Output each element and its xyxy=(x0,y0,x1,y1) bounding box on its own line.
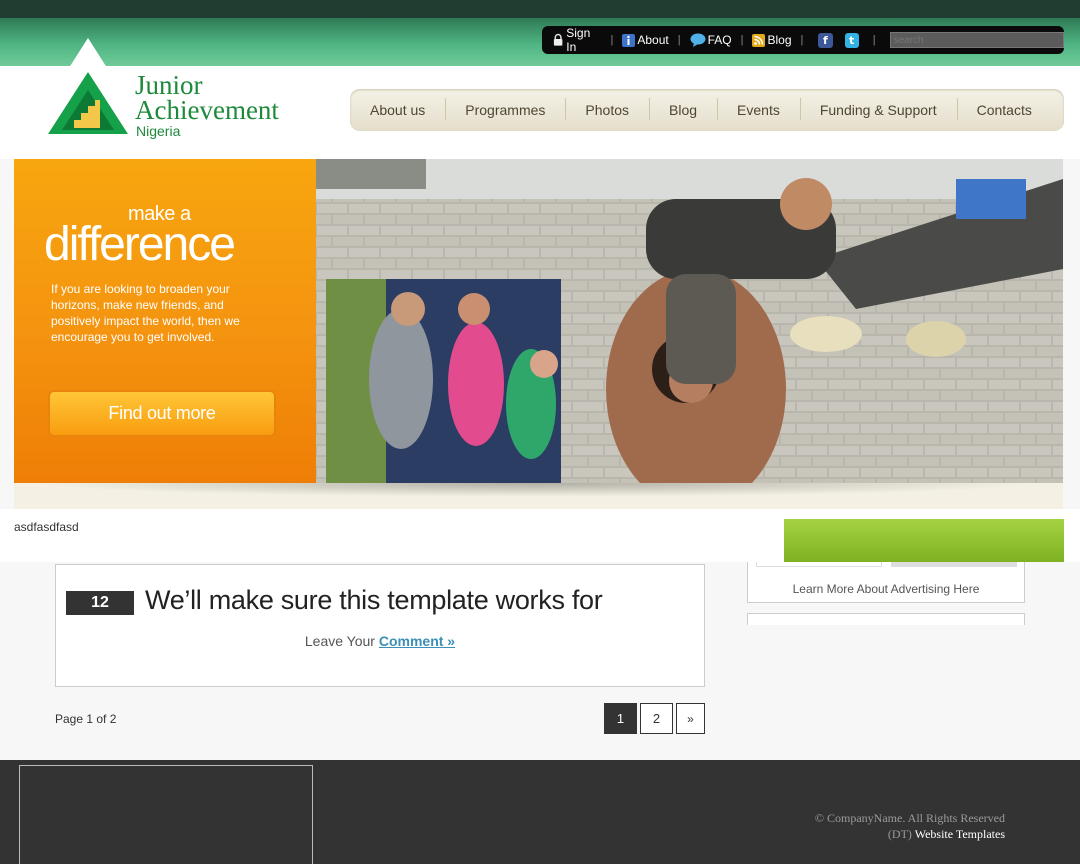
logo-line-3: Nigeria xyxy=(136,123,181,139)
main-nav: About us Programmes Photos Blog Events F… xyxy=(350,89,1064,131)
search-input[interactable] xyxy=(889,32,1065,48)
page-1-button[interactable]: 1 xyxy=(604,703,637,734)
hero-photo xyxy=(316,159,1063,483)
comment-link[interactable]: Comment » xyxy=(379,633,455,649)
dt-label: (DT) xyxy=(887,827,912,841)
advertising-link[interactable]: Learn More About Advertising Here xyxy=(748,582,1024,596)
top-strip xyxy=(0,0,1080,18)
nav-item-events[interactable]: Events xyxy=(717,98,800,120)
nav-item-blog[interactable]: Blog xyxy=(649,98,717,120)
next-page-button[interactable]: » xyxy=(676,703,705,734)
blog-post: 12 We’ll make sure this template works f… xyxy=(55,564,705,687)
blog-label: Blog xyxy=(767,33,792,47)
logo[interactable]: Junior Achievement Nigeria xyxy=(44,38,304,148)
post-comment-line: Leave Your Comment » xyxy=(56,633,704,649)
ad-slot[interactable] xyxy=(891,562,1017,567)
faq-label: FAQ xyxy=(707,33,732,47)
footer-copyright: © CompanyName. All Rights Reserved (DT) … xyxy=(0,810,1005,842)
faq-link[interactable]: FAQ xyxy=(690,33,732,47)
logo-text: Junior Achievement Nigeria xyxy=(135,70,279,140)
info-icon xyxy=(622,33,636,47)
sign-in-link[interactable]: Sign In xyxy=(552,26,602,54)
hero-banner: make a difference If you are looking to … xyxy=(14,159,1063,483)
sidebar-box xyxy=(747,613,1025,625)
copyright-text: © CompanyName. All Rights Reserved xyxy=(814,811,1005,825)
about-label: About xyxy=(637,33,669,47)
nav-item-funding-support[interactable]: Funding & Support xyxy=(799,98,957,120)
logo-line-1: Junior xyxy=(135,70,203,100)
website-templates-link[interactable]: Website Templates xyxy=(915,827,1005,841)
hero-text-panel: make a difference If you are looking to … xyxy=(14,159,316,483)
about-link[interactable]: About xyxy=(622,33,669,47)
nav-item-about-us[interactable]: About us xyxy=(370,102,445,118)
separator: | xyxy=(677,34,681,46)
separator: | xyxy=(740,34,744,46)
page-2-button[interactable]: 2 xyxy=(640,703,673,734)
footer: © CompanyName. All Rights Reserved (DT) … xyxy=(0,760,1080,864)
banner-caption: asdfasdfasd xyxy=(14,520,79,534)
nav-item-contacts[interactable]: Contacts xyxy=(956,98,1052,120)
page-info: Page 1 of 2 xyxy=(55,712,117,726)
pagination: 1 2 » xyxy=(604,703,708,734)
post-title[interactable]: We’ll make sure this template works for xyxy=(145,585,603,616)
lock-icon xyxy=(552,33,564,47)
speech-bubble-icon xyxy=(690,33,706,47)
separator: | xyxy=(800,34,804,46)
facebook-icon[interactable]: f xyxy=(818,32,833,48)
hero-blurb: If you are looking to broaden your horiz… xyxy=(51,282,240,344)
blog-link[interactable]: Blog xyxy=(752,33,792,47)
separator: | xyxy=(610,34,614,46)
nav-item-photos[interactable]: Photos xyxy=(565,98,649,120)
sign-in-label: Sign In xyxy=(566,26,591,54)
rss-icon xyxy=(752,33,766,47)
advertising-box: Learn More About Advertising Here xyxy=(747,562,1025,603)
logo-line-2: Achievement xyxy=(135,95,279,125)
sidebar-green-bar xyxy=(784,519,1064,562)
nav-item-programmes[interactable]: Programmes xyxy=(445,98,565,120)
twitter-icon[interactable]: t xyxy=(844,32,859,48)
ad-slot[interactable] xyxy=(756,562,882,567)
find-out-more-button[interactable]: Find out more xyxy=(48,390,276,437)
separator: | xyxy=(872,34,876,46)
post-date-badge: 12 xyxy=(66,591,134,615)
top-links-bar: Sign In | About | FAQ | Blog | f t | xyxy=(542,26,1065,54)
comment-prefix: Leave Your xyxy=(304,633,379,649)
hero-difference-text: difference xyxy=(44,218,236,271)
banner-shadow-shelf xyxy=(14,483,1063,509)
footer-credit: (DT) Website Templates xyxy=(0,826,1005,842)
